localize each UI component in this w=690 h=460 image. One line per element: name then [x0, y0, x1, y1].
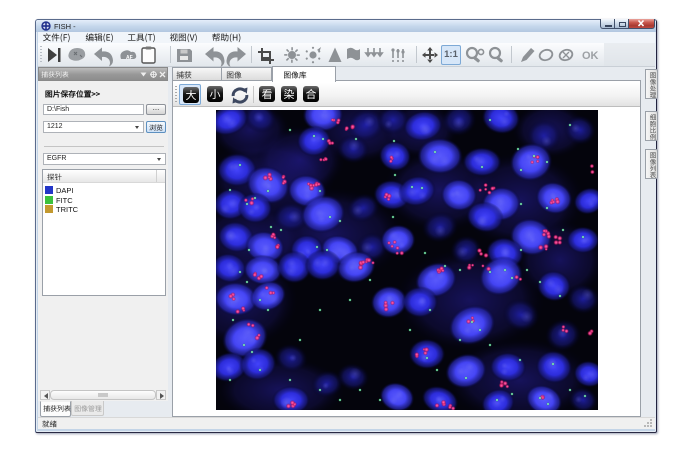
svg-text:OK: OK	[582, 50, 599, 62]
svg-text:AF: AF	[126, 55, 133, 61]
